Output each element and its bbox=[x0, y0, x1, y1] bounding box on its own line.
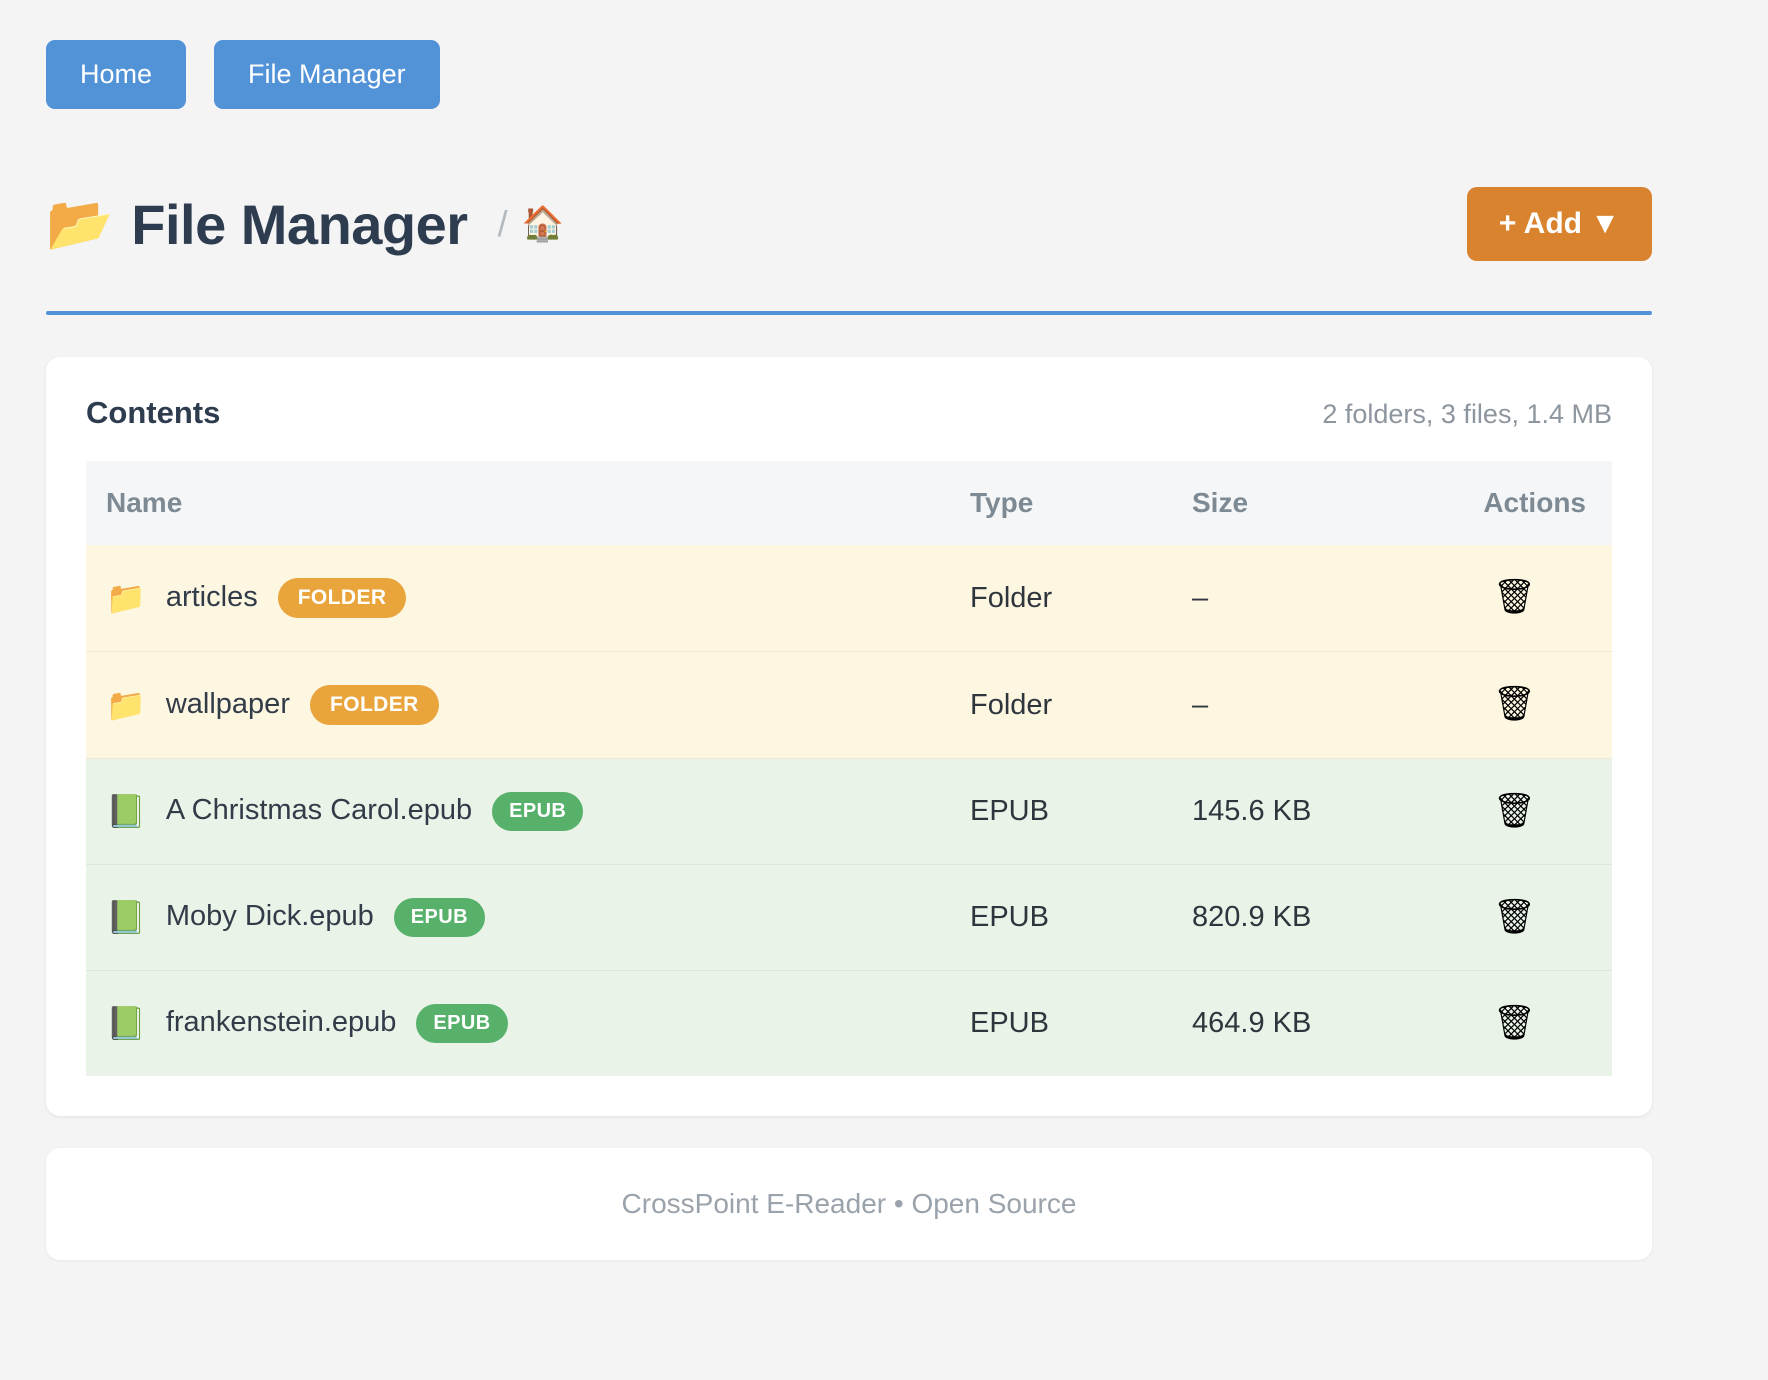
file-actions-cell: 🗑 bbox=[1420, 545, 1612, 652]
file-type: EPUB bbox=[966, 971, 1188, 1077]
file-type-badge: EPUB bbox=[416, 1004, 507, 1043]
page-header: 📂 File Manager / 🏠 + Add ▼ bbox=[46, 187, 1652, 261]
file-name-cell: 📁 articles FOLDER bbox=[86, 545, 966, 652]
file-size: 464.9 KB bbox=[1188, 971, 1420, 1077]
contents-title: Contents bbox=[86, 395, 220, 431]
table-row[interactable]: 📗Moby Dick.epubEPUBEPUB820.9 KB🗑 bbox=[86, 865, 1612, 971]
file-name: A Christmas Carol.epub bbox=[166, 794, 472, 826]
trash-icon[interactable]: 🗑 bbox=[1493, 580, 1536, 614]
add-button[interactable]: + Add ▼ bbox=[1467, 187, 1652, 261]
file-type: Folder bbox=[966, 545, 1188, 652]
file-name-cell: 📗 frankenstein.epub EPUB bbox=[86, 971, 966, 1077]
title-divider bbox=[46, 311, 1652, 315]
file-actions-cell: 🗑 bbox=[1420, 652, 1612, 759]
file-name-cell: 📁 wallpaper FOLDER bbox=[86, 652, 966, 759]
file-name: frankenstein.epub bbox=[166, 1006, 397, 1038]
file-type: EPUB bbox=[966, 759, 1188, 865]
file-type: EPUB bbox=[966, 865, 1188, 971]
page-title: File Manager bbox=[131, 192, 467, 257]
contents-card: Contents 2 folders, 3 files, 1.4 MB Name… bbox=[46, 357, 1652, 1116]
home-button[interactable]: Home bbox=[46, 40, 186, 109]
trash-icon[interactable]: 🗑 bbox=[1493, 900, 1536, 934]
file-name-cell: 📗 A Christmas Carol.epub EPUB bbox=[86, 759, 966, 865]
file-size: 820.9 KB bbox=[1188, 865, 1420, 971]
open-folder-icon: 📂 bbox=[46, 197, 113, 251]
file-actions-cell: 🗑 bbox=[1420, 971, 1612, 1077]
column-header-type: Type bbox=[966, 461, 1188, 545]
trash-icon[interactable]: 🗑 bbox=[1493, 794, 1536, 828]
house-icon[interactable]: 🏠 bbox=[522, 207, 564, 241]
file-size: – bbox=[1188, 545, 1420, 652]
file-name: articles bbox=[166, 581, 258, 613]
folder-icon: 📁 bbox=[106, 687, 146, 723]
file-manager-button[interactable]: File Manager bbox=[214, 40, 440, 109]
column-header-size: Size bbox=[1188, 461, 1420, 545]
folder-icon: 📁 bbox=[106, 580, 146, 616]
top-nav: Home File Manager bbox=[46, 40, 1652, 109]
column-header-actions: Actions bbox=[1420, 461, 1612, 545]
column-header-name: Name bbox=[86, 461, 966, 545]
file-type-badge: EPUB bbox=[394, 898, 485, 937]
file-table-body: 📁 articles FOLDER Folder– 🗑 📁 wallpaper FOLDER F… bbox=[86, 545, 1612, 1076]
table-header-row: Name Type Size Actions bbox=[86, 461, 1612, 545]
file-type-badge: FOLDER bbox=[310, 685, 439, 725]
file-type-badge: FOLDER bbox=[278, 578, 407, 618]
table-row[interactable]: 📗frankenstein.epubEPUBEPUB464.9 KB🗑 bbox=[86, 971, 1612, 1077]
book-icon: 📗 bbox=[106, 1005, 146, 1041]
breadcrumb: / 🏠 bbox=[498, 203, 564, 245]
file-table: Name Type Size Actions 📁 articles FOLDER Fo… bbox=[86, 461, 1612, 1076]
book-icon: 📗 bbox=[106, 793, 146, 829]
book-icon: 📗 bbox=[106, 899, 146, 935]
table-row[interactable]: 📗A Christmas Carol.epubEPUBEPUB145.6 KB🗑 bbox=[86, 759, 1612, 865]
file-type: Folder bbox=[966, 652, 1188, 759]
footer-text: CrossPoint E-Reader • Open Source bbox=[86, 1188, 1612, 1220]
file-name-cell: 📗 Moby Dick.epub EPUB bbox=[86, 865, 966, 971]
file-actions-cell: 🗑 bbox=[1420, 865, 1612, 971]
file-name: Moby Dick.epub bbox=[166, 900, 374, 932]
file-type-badge: EPUB bbox=[492, 792, 583, 831]
file-size: – bbox=[1188, 652, 1420, 759]
table-row[interactable]: 📁 wallpaper FOLDER Folder– 🗑 bbox=[86, 652, 1612, 759]
file-actions-cell: 🗑 bbox=[1420, 759, 1612, 865]
contents-summary: 2 folders, 3 files, 1.4 MB bbox=[1322, 399, 1612, 430]
trash-icon[interactable]: 🗑 bbox=[1493, 1006, 1536, 1040]
breadcrumb-separator: / bbox=[498, 203, 508, 245]
file-manager-page: Home File Manager 📂 File Manager / 🏠 + A… bbox=[0, 0, 1768, 1380]
footer: CrossPoint E-Reader • Open Source bbox=[46, 1148, 1652, 1260]
file-name: wallpaper bbox=[166, 688, 290, 720]
table-row[interactable]: 📁 articles FOLDER Folder– 🗑 bbox=[86, 545, 1612, 652]
trash-icon[interactable]: 🗑 bbox=[1493, 687, 1536, 721]
file-size: 145.6 KB bbox=[1188, 759, 1420, 865]
